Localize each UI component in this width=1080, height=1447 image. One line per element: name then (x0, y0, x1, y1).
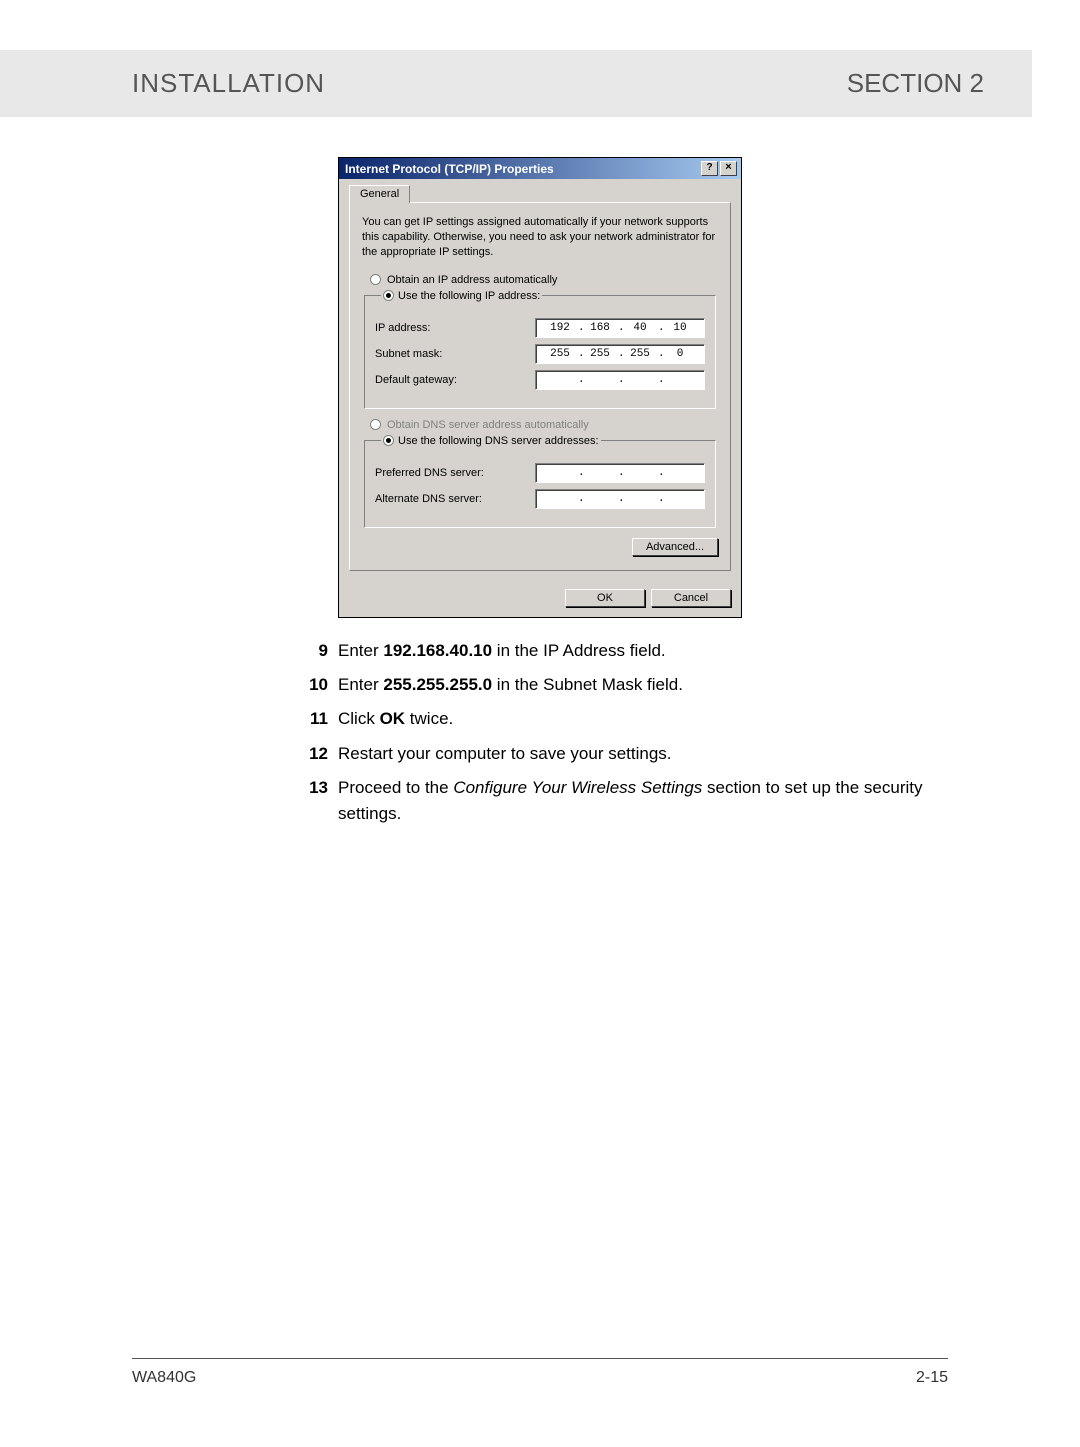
subnet-input[interactable]: 255. 255. 255. 0 (535, 344, 705, 364)
manual-dns-group: Use the following DNS server addresses: … (364, 435, 716, 528)
ip-label: IP address: (375, 322, 505, 334)
subnet-label: Subnet mask: (375, 348, 505, 360)
tcpip-properties-dialog: Internet Protocol (TCP/IP) Properties ? … (338, 157, 742, 618)
gateway-label: Default gateway: (375, 374, 505, 386)
alt-dns-label: Alternate DNS server: (375, 493, 505, 505)
radio-auto-ip-label: Obtain an IP address automatically (387, 274, 557, 286)
radio-icon (383, 435, 394, 446)
ok-button[interactable]: OK (565, 589, 645, 607)
radio-manual-dns-label: Use the following DNS server addresses: (398, 435, 599, 447)
close-icon[interactable]: × (720, 161, 737, 176)
tab-general[interactable]: General (349, 185, 410, 203)
radio-manual-dns[interactable]: Use the following DNS server addresses: (381, 435, 601, 447)
step-12: 12 Restart your computer to save your se… (302, 741, 948, 767)
radio-auto-dns-label: Obtain DNS server address automatically (387, 419, 589, 431)
radio-manual-ip-label: Use the following IP address: (398, 290, 540, 302)
instruction-steps: 9 Enter 192.168.40.10 in the IP Address … (302, 638, 948, 828)
step-9: 9 Enter 192.168.40.10 in the IP Address … (302, 638, 948, 664)
step-10: 10 Enter 255.255.255.0 in the Subnet Mas… (302, 672, 948, 698)
footer-model: WA840G (132, 1369, 196, 1387)
pref-dns-input[interactable]: . . . (535, 463, 705, 483)
dialog-title: Internet Protocol (TCP/IP) Properties (345, 162, 554, 176)
radio-icon (370, 274, 381, 285)
help-icon[interactable]: ? (701, 161, 718, 176)
header-right: SECTION 2 (847, 68, 984, 99)
footer-page: 2-15 (916, 1369, 948, 1387)
step-11: 11 Click OK twice. (302, 706, 948, 732)
page-footer: WA840G 2-15 (132, 1358, 948, 1387)
cancel-button[interactable]: Cancel (651, 589, 731, 607)
manual-ip-group: Use the following IP address: IP address… (364, 290, 716, 409)
pref-dns-label: Preferred DNS server: (375, 467, 505, 479)
radio-icon (370, 419, 381, 430)
page-header: INSTALLATION SECTION 2 (0, 50, 1032, 117)
alt-dns-input[interactable]: . . . (535, 489, 705, 509)
ip-input[interactable]: 192. 168. 40. 10 (535, 318, 705, 338)
header-left: INSTALLATION (132, 68, 325, 99)
titlebar[interactable]: Internet Protocol (TCP/IP) Properties ? … (339, 158, 741, 179)
advanced-button[interactable]: Advanced... (632, 538, 718, 556)
radio-auto-ip[interactable]: Obtain an IP address automatically (370, 274, 718, 286)
gateway-input[interactable]: . . . (535, 370, 705, 390)
radio-manual-ip[interactable]: Use the following IP address: (381, 290, 542, 302)
dialog-description: You can get IP settings assigned automat… (362, 215, 718, 260)
radio-icon (383, 290, 394, 301)
radio-auto-dns: Obtain DNS server address automatically (370, 419, 718, 431)
step-13: 13 Proceed to the Configure Your Wireles… (302, 775, 948, 828)
